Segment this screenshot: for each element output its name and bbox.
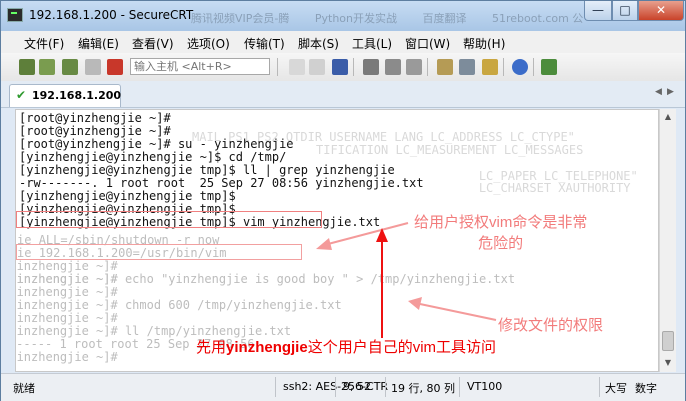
menu-tools[interactable]: 工具(L) — [352, 35, 392, 52]
terminal-scrollbar[interactable]: ▲ ▼ — [659, 109, 676, 372]
close-button[interactable]: ✕ — [638, 1, 684, 21]
status-separator — [385, 377, 386, 397]
reconnect-icon[interactable] — [85, 59, 101, 75]
annotation-danger-line1: 给用户授权vim命令是非常 — [414, 214, 588, 231]
scroll-up-arrow-icon[interactable]: ▲ — [660, 109, 676, 125]
status-num-lock: 数字 — [635, 382, 657, 395]
scrollbar-thumb[interactable] — [662, 331, 674, 351]
annotation-danger: 给用户授权vim命令是非常 危险的 — [414, 212, 587, 254]
menu-file[interactable]: 文件(F) — [24, 35, 64, 52]
print-icon[interactable] — [363, 59, 379, 75]
print-screen-icon[interactable] — [406, 59, 422, 75]
status-terminal-size: 19 行, 80 列 — [391, 382, 455, 395]
title-bar[interactable]: 192.168.1.200 - SecureCRT 腾讯视频VIP会员-腾 Py… — [1, 1, 685, 31]
securecrt-window: 192.168.1.200 - SecureCRT 腾讯视频VIP会员-腾 Py… — [0, 0, 686, 401]
menu-transfer[interactable]: 传输(T) — [244, 35, 285, 52]
annotation-visit-user: yinzhengjie — [226, 339, 308, 356]
scroll-down-arrow-icon[interactable]: ▼ — [660, 355, 676, 371]
status-cursor-position: 9, 52 — [343, 380, 371, 393]
status-bar: 就绪 ssh2: AES-256-CTR 9, 52 19 行, 80 列 VT… — [1, 373, 685, 401]
quick-connect-icon[interactable] — [39, 59, 55, 75]
toolbar-separator — [427, 58, 428, 76]
session-options-icon[interactable] — [437, 59, 453, 75]
arrow-danger-line — [327, 222, 409, 245]
securecrt-app-icon — [7, 8, 23, 22]
tab-scroll-right-icon[interactable]: ▶ — [667, 87, 674, 97]
session-tab[interactable]: ✔ 192.168.1.200 — [9, 84, 121, 107]
minimize-button[interactable]: — — [584, 1, 612, 21]
status-separator — [335, 377, 336, 397]
connect-icon[interactable] — [19, 59, 35, 75]
menu-bar: 文件(F) 编辑(E) 查看(V) 选项(O) 传输(T) 脚本(S) 工具(L… — [1, 31, 685, 54]
background-tab: 百度翻译 — [422, 12, 467, 25]
toolbar-separator — [277, 58, 278, 76]
toolbar-separator — [533, 58, 534, 76]
annotation-visit-prefix: 先用 — [196, 339, 227, 356]
session-tab-label: 192.168.1.200 — [32, 89, 122, 102]
key-icon[interactable] — [482, 59, 498, 75]
copy-icon[interactable] — [289, 59, 305, 75]
toolbar-separator — [353, 58, 354, 76]
print-setup-icon[interactable] — [385, 59, 401, 75]
help-icon[interactable] — [512, 59, 528, 75]
host-input[interactable] — [130, 58, 270, 75]
status-terminal-type: VT100 — [467, 380, 503, 393]
find-icon[interactable] — [332, 59, 348, 75]
menu-view[interactable]: 查看(V) — [132, 35, 174, 52]
status-separator — [275, 377, 276, 397]
status-separator — [459, 377, 460, 397]
window-title: 192.168.1.200 - SecureCRT — [29, 8, 194, 22]
connected-check-icon: ✔ — [16, 88, 27, 102]
menu-options[interactable]: 选项(O) — [187, 35, 230, 52]
background-tab: 腾讯视频VIP会员-腾 — [191, 12, 290, 25]
background-browser-tabs: 腾讯视频VIP会员-腾 Python开发实战 百度翻译 51reboot.com… — [191, 10, 605, 26]
toolbar-separator — [503, 58, 504, 76]
toolbar — [1, 53, 685, 82]
status-ready: 就绪 — [13, 382, 35, 395]
session-tab-bar: ✔ 192.168.1.200 ◀ ▶ — [1, 81, 685, 108]
menu-script[interactable]: 脚本(S) — [298, 35, 339, 52]
arrow-danger-head — [316, 238, 332, 250]
paste-icon[interactable] — [309, 59, 325, 75]
menu-help[interactable]: 帮助(H) — [463, 35, 505, 52]
annotation-danger-line2: 危险的 — [478, 235, 524, 252]
status-caps-lock: 大写 — [605, 382, 627, 395]
terminal-area[interactable]: MAIL PS1 PS2 QTDIR USERNAME LANG LC_ADDR… — [15, 109, 659, 372]
background-tab: Python开发实战 — [314, 12, 398, 25]
maximize-button[interactable]: □ — [612, 1, 638, 21]
arrow-perm-head — [408, 297, 422, 310]
annotation-permission: 修改文件的权限 — [498, 317, 604, 334]
menu-window[interactable]: 窗口(W) — [405, 35, 450, 52]
disconnect-icon[interactable] — [107, 59, 123, 75]
arrow-perm-line — [419, 303, 497, 321]
global-options-icon[interactable] — [459, 59, 475, 75]
tab-scroll-left-icon[interactable]: ◀ — [655, 87, 662, 97]
background-tab: 51reboot.com 公 — [492, 12, 584, 25]
connect-tab-icon[interactable] — [62, 59, 78, 75]
sftp-icon[interactable] — [541, 59, 557, 75]
status-separator — [599, 377, 600, 397]
annotation-visit: 先用yinzhengjie这个用户自己的vim工具访问 — [196, 336, 496, 357]
annotation-visit-suffix: 这个用户自己的vim工具访问 — [307, 339, 497, 356]
menu-edit[interactable]: 编辑(E) — [78, 35, 119, 52]
